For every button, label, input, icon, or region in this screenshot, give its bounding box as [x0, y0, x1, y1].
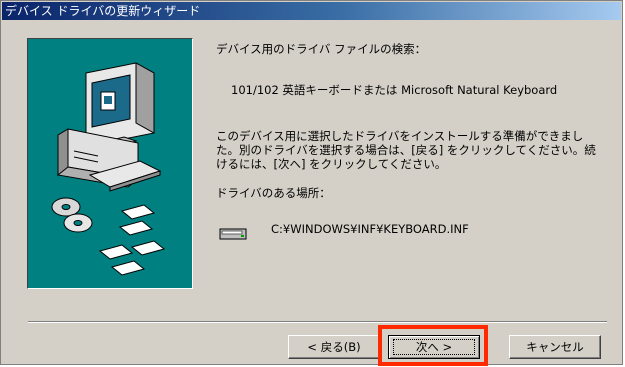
search-heading: デバイス用のドライバ ファイルの検索：: [216, 42, 427, 56]
window-title: デバイス ドライバの更新ウィザード: [2, 2, 621, 20]
drive-icon: [219, 228, 247, 240]
device-name: 101/102 英語キーボードまたは Microsoft Natural Key…: [231, 83, 558, 97]
separator: [28, 321, 607, 323]
cancel-button[interactable]: キャンセル: [509, 335, 601, 359]
back-button[interactable]: < 戻る(B): [288, 335, 380, 359]
computer-with-disks-icon: [51, 62, 166, 276]
next-button-highlight: [378, 325, 488, 366]
description-text: このデバイス用に選択したドライバをインストールする準備ができました。別のドライバ…: [216, 129, 596, 171]
driver-location-label: ドライバのある場所：: [216, 186, 331, 200]
wizard-window: デバイス ドライバの更新ウィザード デバイス用のドライバ ファイルの検索： 10…: [0, 0, 623, 366]
driver-path: C:¥WINDOWS¥INF¥KEYBOARD.INF: [271, 222, 469, 236]
wizard-graphic: [27, 38, 193, 289]
